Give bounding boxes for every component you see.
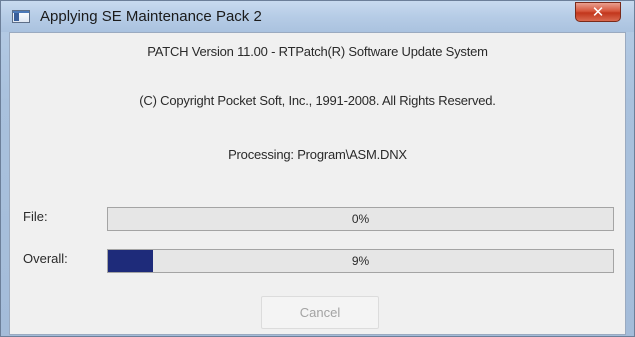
file-progress-percent: 0% xyxy=(351,212,370,226)
close-button[interactable]: ✕ xyxy=(575,2,621,22)
window-title: Applying SE Maintenance Pack 2 xyxy=(40,8,262,25)
copyright-text: (C) Copyright Pocket Soft, Inc., 1991-20… xyxy=(139,93,496,108)
overall-progress-percent: 9% xyxy=(351,254,370,268)
application-icon xyxy=(12,10,30,23)
close-icon: ✕ xyxy=(591,3,605,21)
patch-dialog-window: Applying SE Maintenance Pack 2 ✕ PATCH V… xyxy=(0,0,635,337)
cancel-button[interactable]: Cancel xyxy=(261,296,379,329)
overall-progress-bar: 9% xyxy=(107,249,614,273)
version-text: PATCH Version 11.00 - RTPatch(R) Softwar… xyxy=(147,44,488,59)
title-bar[interactable]: Applying SE Maintenance Pack 2 ✕ xyxy=(1,1,634,32)
file-progress-bar: 0% xyxy=(107,207,614,231)
overall-progress-label: Overall: xyxy=(23,251,68,266)
processing-status-text: Processing: Program\ASM.DNX xyxy=(228,147,407,162)
dialog-body: PATCH Version 11.00 - RTPatch(R) Softwar… xyxy=(9,32,626,335)
file-progress-label: File: xyxy=(23,209,48,224)
